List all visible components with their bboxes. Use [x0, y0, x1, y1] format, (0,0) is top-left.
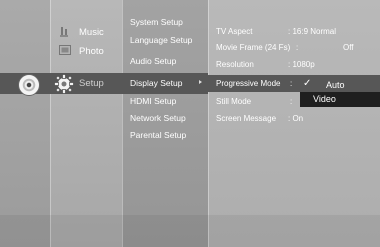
setting-label-still-mode[interactable]: Still Mode — [216, 97, 251, 106]
setup-menu-display[interactable]: Display Setup — [130, 78, 182, 88]
setting-value-tv-aspect: : 16:9 Normal — [288, 27, 337, 36]
setting-value-still-mode: : — [290, 97, 293, 106]
settings-screen: Music Photo Setup System Setup Language … — [0, 0, 380, 247]
checkmark-icon: ✓ — [303, 78, 312, 89]
submenu-arrow-icon — [199, 80, 202, 84]
column-divider — [50, 0, 51, 247]
setup-menu-system[interactable]: System Setup — [130, 17, 183, 27]
setting-label-resolution[interactable]: Resolution — [216, 60, 254, 69]
option-auto[interactable]: ✓ Auto — [300, 77, 380, 92]
option-video[interactable]: Video — [300, 92, 380, 107]
setting-value-movie-frame: : — [296, 43, 299, 52]
setting-value-resolution: : 1080p — [288, 60, 315, 69]
option-video-label: Video — [313, 94, 336, 104]
setup-menu-hdmi[interactable]: HDMI Setup — [130, 96, 176, 106]
main-menu-photo[interactable]: Photo — [79, 46, 104, 57]
setup-menu-audio[interactable]: Audio Setup — [130, 56, 176, 66]
music-icon — [60, 27, 68, 37]
setting-label-tv-aspect[interactable]: TV Aspect — [216, 27, 252, 36]
disc-icon — [18, 74, 40, 96]
progressive-mode-dropdown: ✓ Auto Video — [300, 77, 380, 108]
setting-label-movie-frame[interactable]: Movie Frame (24 Fs) — [216, 43, 290, 52]
setup-menu-parental[interactable]: Parental Setup — [130, 130, 186, 140]
setting-value-screen-message: : On — [288, 114, 304, 123]
main-menu-setup[interactable]: Setup — [79, 78, 104, 89]
setup-menu-language[interactable]: Language Setup — [130, 35, 192, 45]
gear-icon — [54, 74, 74, 94]
column-divider — [208, 0, 209, 247]
option-auto-label: Auto — [326, 80, 345, 90]
setup-menu-network[interactable]: Network Setup — [130, 113, 186, 123]
setting-label-screen-message[interactable]: Screen Message — [216, 114, 276, 123]
main-menu-music[interactable]: Music — [79, 27, 104, 38]
column-display-settings — [208, 0, 380, 247]
column-source-icons — [0, 0, 50, 247]
photo-icon — [59, 45, 71, 55]
setting-value-movie-frame-off: Off — [343, 43, 354, 52]
setting-label-progressive-mode[interactable]: Progressive Mode — [216, 79, 280, 88]
bottom-band — [0, 215, 380, 247]
column-divider — [122, 0, 123, 247]
setting-value-progressive-mode: : — [290, 79, 293, 88]
